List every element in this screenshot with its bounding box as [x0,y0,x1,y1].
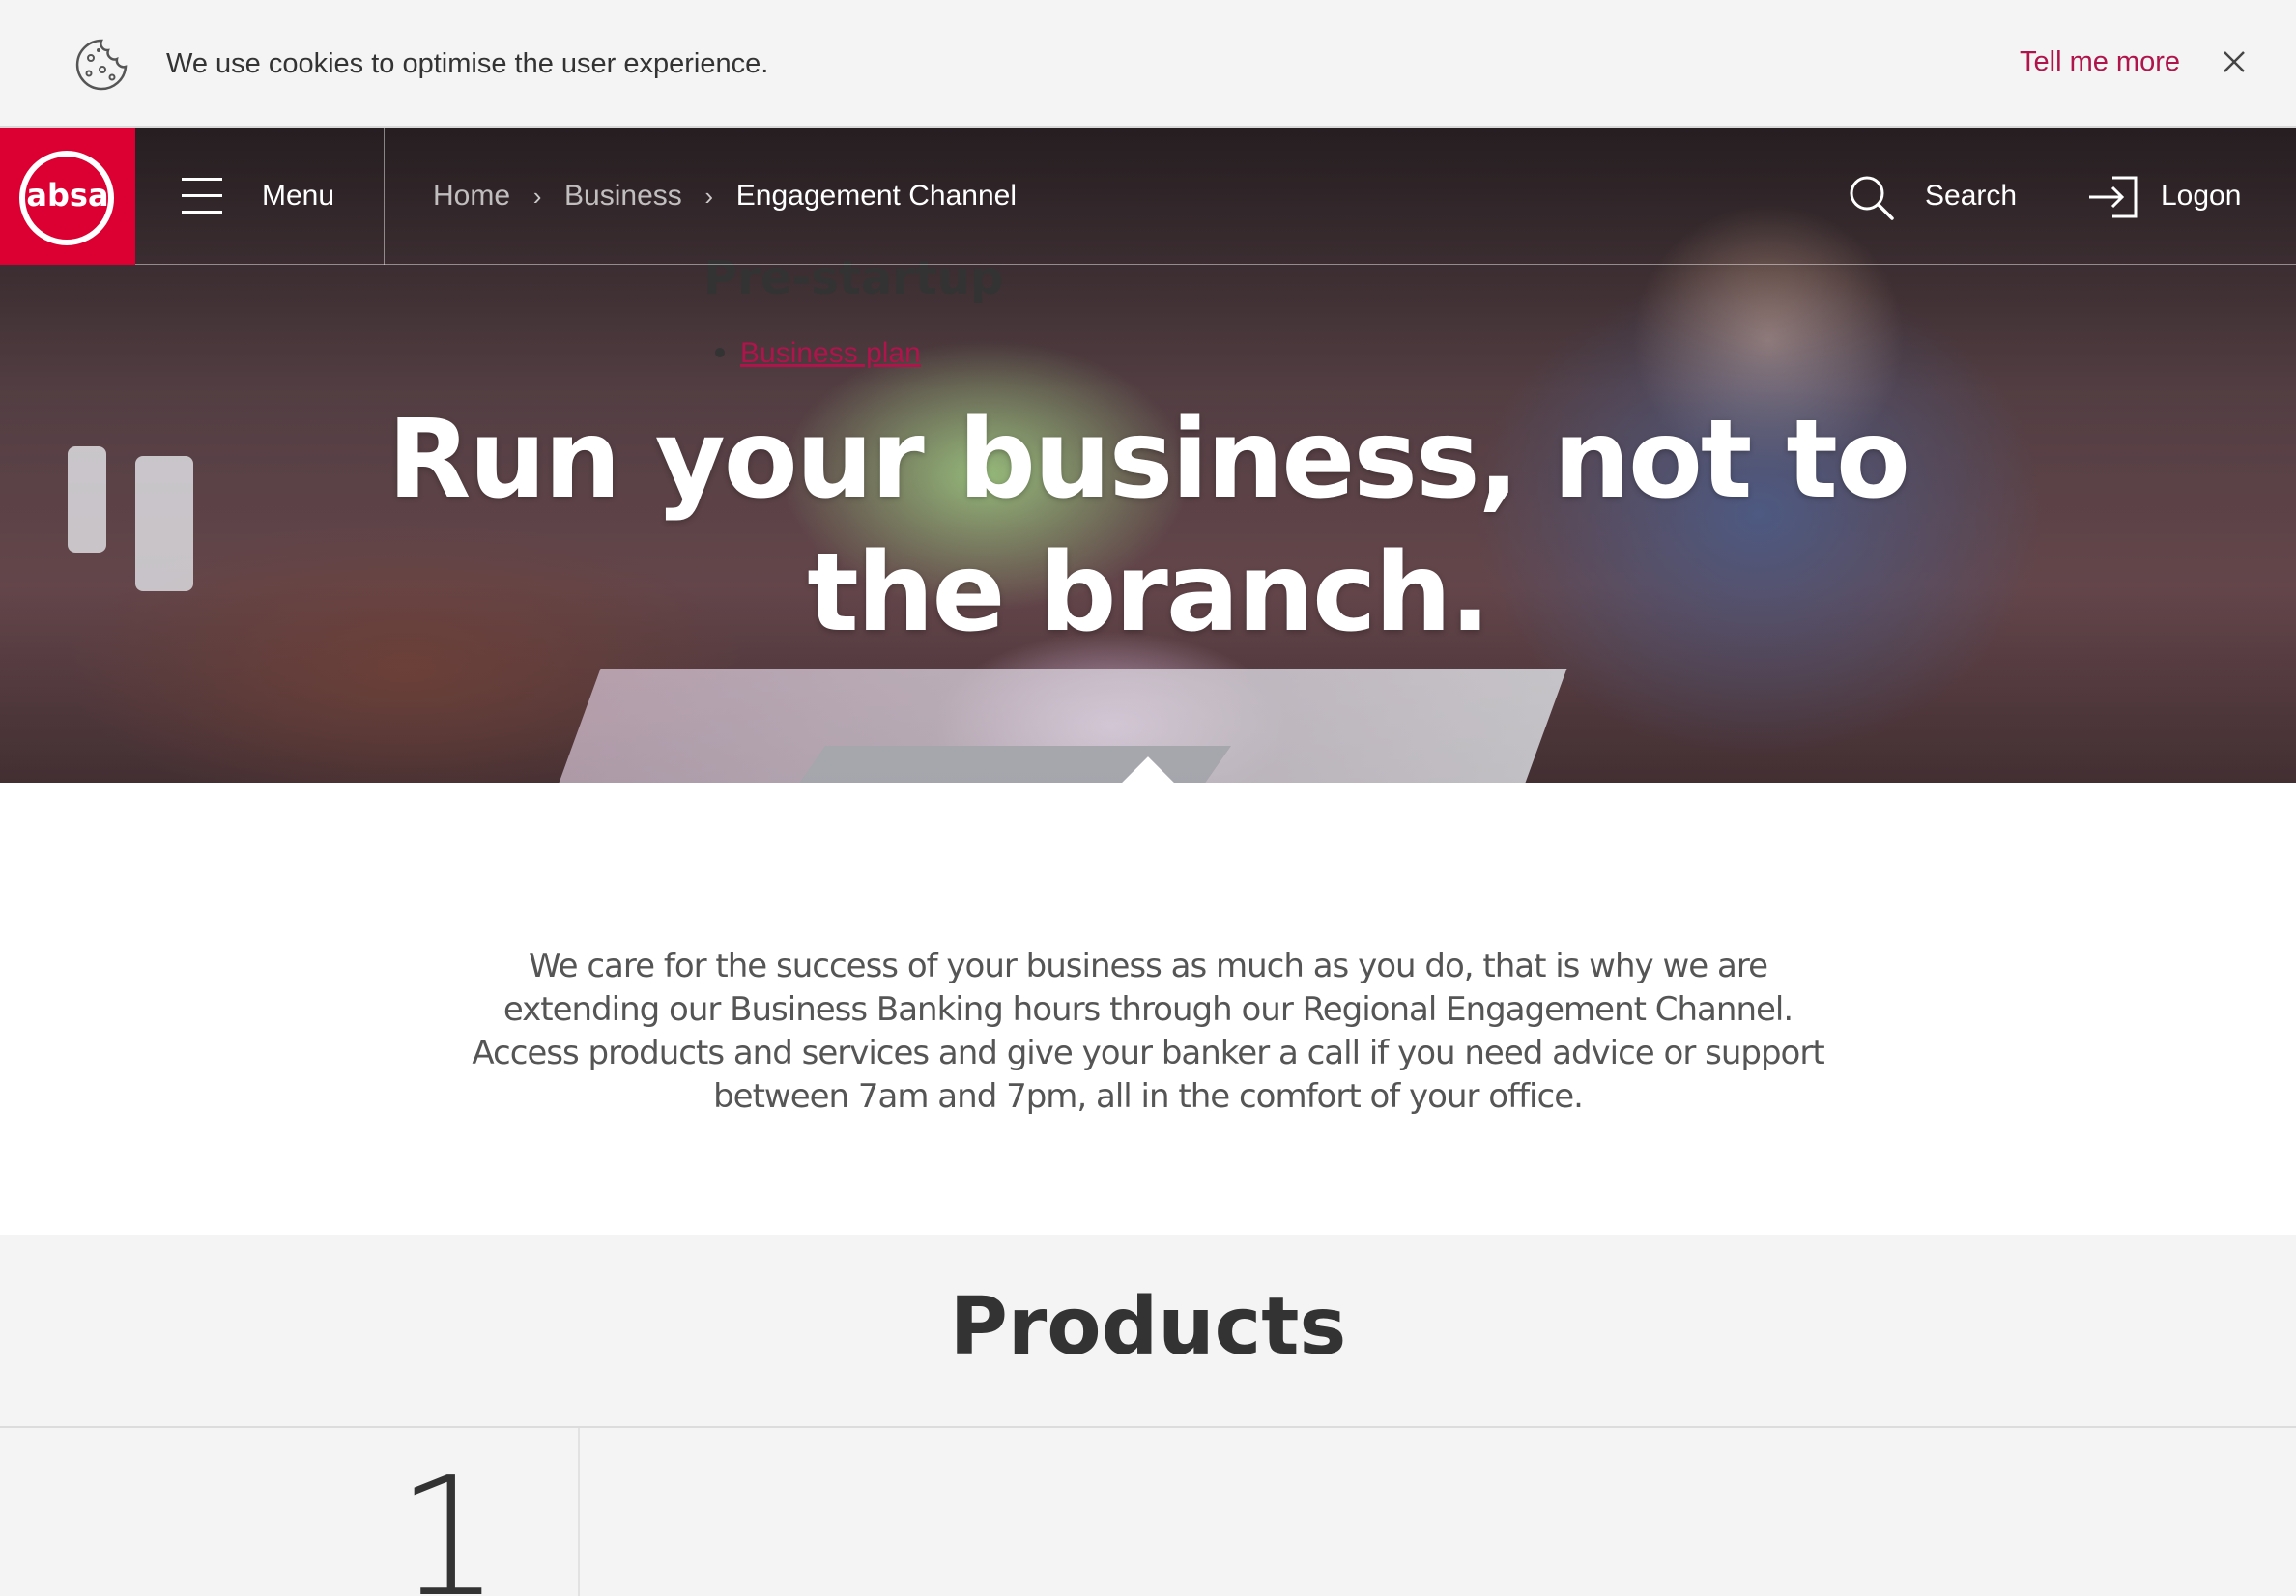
hamburger-icon [182,178,222,214]
tell-me-more-link[interactable]: Tell me more [2020,43,2180,81]
search-button[interactable]: Search [1848,128,2052,265]
login-icon [2089,176,2138,218]
logon-label: Logon [2161,180,2242,212]
business-plan-link[interactable]: Business plan [740,337,921,369]
breadcrumb: Home › Business › Engagement Channel [433,176,1017,216]
menu-button[interactable]: Menu [135,128,385,265]
top-navigation: absa Menu Home › Business › Engagement C… [0,128,2296,265]
close-icon[interactable] [2217,44,2252,79]
cookie-icon [75,39,128,91]
breadcrumb-business[interactable]: Business [564,176,682,216]
step-link-list: Business plan [715,334,921,373]
hero-title: Run your business, not to the branch. [0,393,2296,660]
products-section: Products 1 [0,1235,2296,1596]
cookie-banner: We use cookies to optimise the user expe… [0,0,2296,128]
absa-logo[interactable]: absa [0,128,135,265]
chevron-right-icon: › [532,182,542,211]
chevron-right-icon: › [704,182,714,211]
logon-button[interactable]: Logon [2052,128,2296,265]
menu-label: Menu [262,180,335,212]
step-number: 1 [396,1442,502,1596]
search-icon [1850,176,1894,220]
products-title: Products [949,1281,1347,1373]
list-item: Business plan [715,334,921,373]
logo-text: absa [26,177,109,214]
step-number-column: 1 [0,1428,580,1596]
search-label: Search [1925,180,2018,212]
breadcrumb-current: Engagement Channel [735,180,1017,212]
cookie-message: We use cookies to optimise the user expe… [166,48,769,79]
hero-title-line: the branch. [807,530,1491,656]
breadcrumb-home[interactable]: Home [433,176,510,216]
hero-title-line: Run your business, not to [387,397,1910,523]
intro-text: We care for the success of your business… [472,947,1824,1116]
